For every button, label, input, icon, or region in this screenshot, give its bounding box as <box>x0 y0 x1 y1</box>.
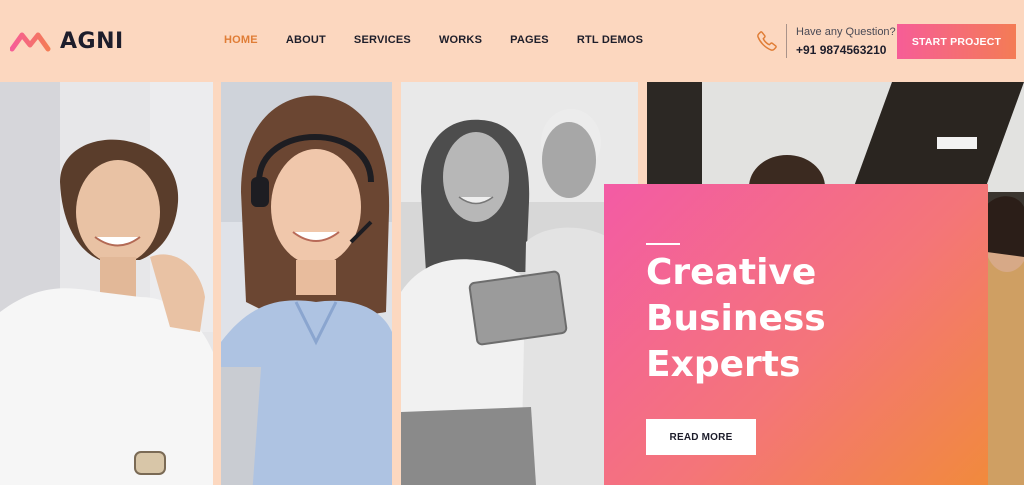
start-project-button[interactable]: START PROJECT <box>897 24 1016 59</box>
contact-divider <box>786 24 787 58</box>
contact-phone-number[interactable]: +91 9874563210 <box>796 43 896 57</box>
nav-item-rtl-demos[interactable]: RTL DEMOS <box>577 34 643 46</box>
nav-item-services[interactable]: SERVICES <box>354 34 411 46</box>
nav-item-home[interactable]: HOME <box>224 34 258 46</box>
main-nav: HOME ABOUT SERVICES WORKS PAGES RTL DEMO… <box>224 34 671 46</box>
nav-item-works[interactable]: WORKS <box>439 34 482 46</box>
photo-smiling-woman <box>0 82 213 485</box>
logo-mark-icon <box>10 32 51 52</box>
logo[interactable]: AGNI <box>10 27 124 55</box>
logo-text: AGNI <box>60 28 124 54</box>
contact-info: Have any Question? +91 9874563210 <box>756 24 896 58</box>
read-more-button[interactable]: READ MORE <box>646 419 756 455</box>
site-header: AGNI HOME ABOUT SERVICES WORKS PAGES RTL… <box>0 0 1024 82</box>
hero-accent-line <box>646 243 680 245</box>
phone-icon <box>757 31 777 51</box>
nav-item-about[interactable]: ABOUT <box>286 34 326 46</box>
hero-title: Creative Business Experts <box>646 252 826 385</box>
photo-headset-agent <box>221 82 392 485</box>
hero-card: Creative Business Experts READ MORE <box>604 184 988 485</box>
photo-colleagues-tablet <box>401 82 638 485</box>
contact-question: Have any Question? <box>796 25 896 38</box>
nav-item-pages[interactable]: PAGES <box>510 34 549 46</box>
